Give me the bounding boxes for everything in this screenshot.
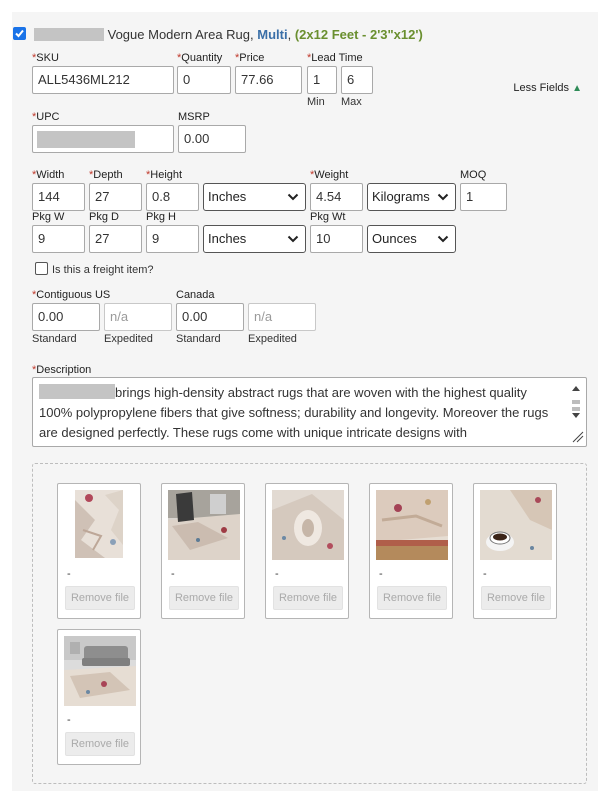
canada-standard-label: Standard (176, 333, 221, 345)
pkg-wt-input[interactable]: 10 (310, 225, 363, 253)
lead-time-min-input[interactable]: 1 (307, 66, 337, 94)
contiguous-us-standard-label: Standard (32, 333, 77, 345)
lead-time-min-label: Min (307, 96, 325, 108)
less-fields-toggle[interactable]: Less Fields ▲ (513, 82, 582, 94)
remove-file-button[interactable]: Remove file (169, 586, 239, 610)
lead-time-label: *Lead Time (307, 52, 363, 64)
pkg-d-input[interactable]: 27 (89, 225, 142, 253)
product-size: (2x12 Feet - 2'3"x12') (294, 27, 423, 42)
room-sofa-image (64, 636, 136, 706)
chevron-down-icon (437, 193, 449, 201)
triangle-up-icon: ▲ (572, 83, 582, 94)
remove-file-button[interactable]: Remove file (273, 586, 343, 610)
upc-label: *UPC (32, 111, 60, 123)
rug-coffee-image (480, 490, 552, 560)
product-title: Vogue Modern Area Rug, Multi, (2x12 Feet… (34, 27, 423, 43)
moq-input[interactable]: 1 (460, 183, 507, 211)
pkg-weight-unit-select[interactable]: Ounces (367, 225, 456, 253)
check-icon (15, 29, 24, 38)
moq-label: MOQ (460, 169, 487, 181)
height-input[interactable]: 0.8 (146, 183, 199, 211)
weight-label: *Weight (310, 169, 349, 181)
height-label: *Height (146, 169, 183, 181)
scroll-down-icon (572, 413, 580, 418)
contiguous-us-expedited-input[interactable]: n/a (104, 303, 172, 331)
image-card-4: - Remove file (369, 483, 453, 619)
msrp-label: MSRP (178, 111, 210, 123)
depth-input[interactable]: 27 (89, 183, 142, 211)
image-card-6: - Remove file (57, 629, 141, 765)
product-select-checkbox[interactable] (13, 27, 26, 40)
pkg-w-label: Pkg W (32, 211, 65, 223)
chevron-down-icon (287, 235, 299, 243)
msrp-input[interactable]: 0.00 (178, 125, 246, 153)
chevron-down-icon (437, 235, 449, 243)
contiguous-us-standard-input[interactable]: 0.00 (32, 303, 100, 331)
remove-file-button[interactable]: Remove file (481, 586, 551, 610)
weight-input[interactable]: 4.54 (310, 183, 363, 211)
pkg-w-input[interactable]: 9 (32, 225, 85, 253)
remove-file-button[interactable]: Remove file (377, 586, 447, 610)
canada-expedited-input[interactable]: n/a (248, 303, 316, 331)
canada-expedited-label: Expedited (248, 333, 297, 345)
image-card-1: - Remove file (57, 483, 141, 619)
lead-time-max-label: Max (341, 96, 362, 108)
rug-rolled-image (272, 490, 344, 560)
scroll-up-icon (572, 386, 580, 391)
quantity-label: *Quantity (177, 52, 223, 64)
sku-label: *SKU (32, 52, 59, 64)
upc-input[interactable] (32, 125, 174, 153)
redacted-upc (37, 131, 135, 148)
dimension-unit-select[interactable]: Inches (203, 183, 306, 211)
contiguous-us-label: *Contiguous US (32, 289, 111, 301)
rug-closeup-image (376, 490, 448, 560)
redacted-brand (39, 384, 115, 399)
pkg-wt-label: Pkg Wt (310, 211, 346, 223)
description-textarea[interactable]: brings high-density abstract rugs that a… (32, 377, 587, 447)
image-card-3: - Remove file (265, 483, 349, 619)
product-color[interactable]: Multi (257, 27, 287, 42)
image-card-2: - Remove file (161, 483, 245, 619)
remove-file-button[interactable]: Remove file (65, 586, 135, 610)
lead-time-max-input[interactable]: 6 (341, 66, 373, 94)
scrollbar[interactable] (568, 380, 584, 444)
pkg-h-label: Pkg H (146, 211, 176, 223)
weight-unit-select[interactable]: Kilograms (367, 183, 456, 211)
pkg-dimension-unit-select[interactable]: Inches (203, 225, 306, 253)
description-label: *Description (32, 364, 92, 376)
freight-checkbox[interactable] (35, 262, 48, 275)
chevron-down-icon (287, 193, 299, 201)
pkg-d-label: Pkg D (89, 211, 119, 223)
room-chair-image (168, 490, 240, 560)
sku-input[interactable]: ALL5436ML212 (32, 66, 174, 94)
depth-label: *Depth (89, 169, 123, 181)
quantity-input[interactable]: 0 (177, 66, 231, 94)
product-name: Vogue Modern Area Rug, (107, 27, 254, 42)
redacted-brand (34, 28, 104, 41)
contiguous-us-expedited-label: Expedited (104, 333, 153, 345)
rug-upright-image (75, 490, 123, 558)
image-card-5: - Remove file (473, 483, 557, 619)
canada-standard-input[interactable]: 0.00 (176, 303, 244, 331)
price-label: *Price (235, 52, 265, 64)
width-input[interactable]: 144 (32, 183, 85, 211)
pkg-h-input[interactable]: 9 (146, 225, 199, 253)
freight-label: Is this a freight item? (52, 264, 154, 276)
resize-grip-icon (572, 431, 584, 443)
remove-file-button[interactable]: Remove file (65, 732, 135, 756)
canada-label: Canada (176, 289, 215, 301)
price-input[interactable]: 77.66 (235, 66, 302, 94)
width-label: *Width (32, 169, 65, 181)
